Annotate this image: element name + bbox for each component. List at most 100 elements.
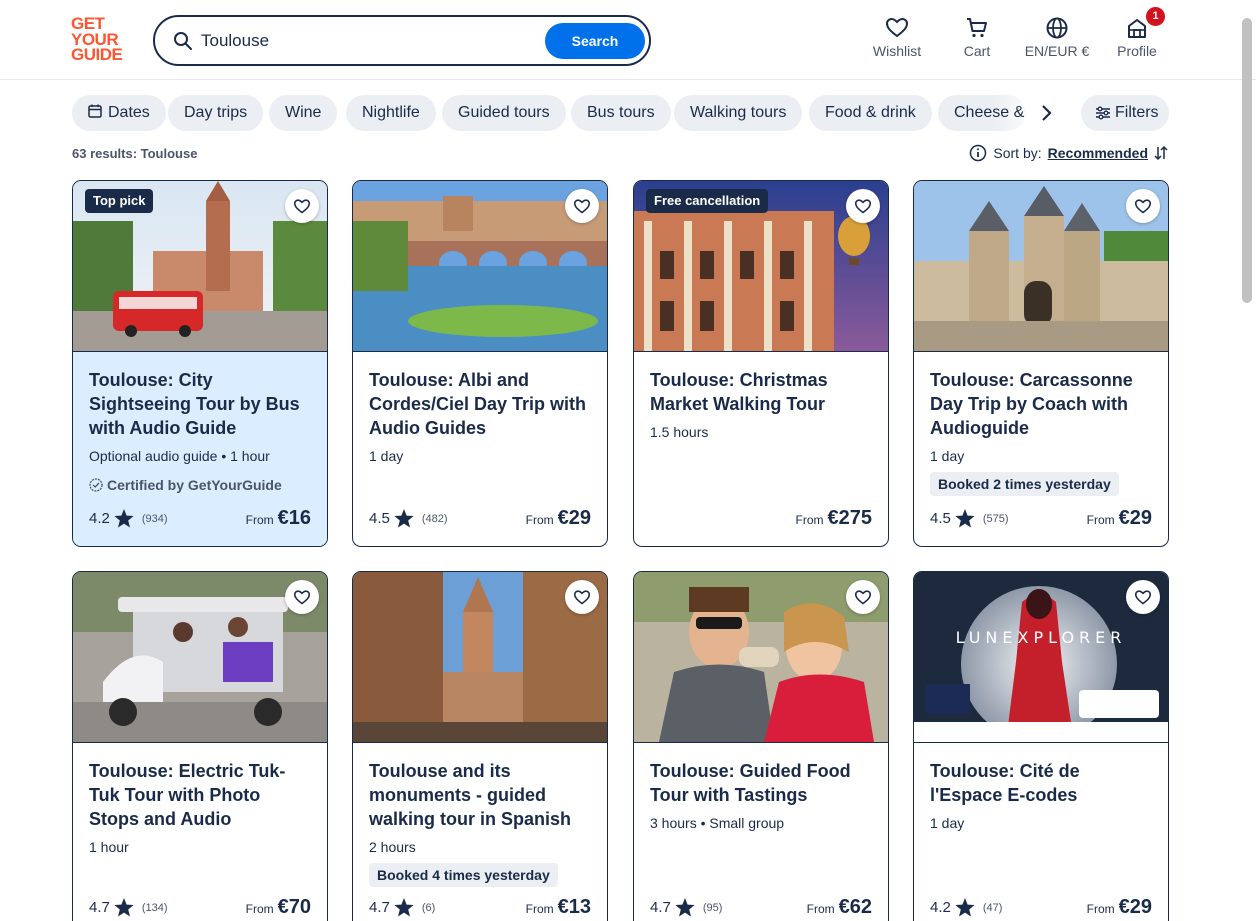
activity-card[interactable]: Toulouse: Guided Food Tour with Tastings… [633, 571, 889, 921]
header: GET YOUR GUIDE Search Wishlist Cart EN/E… [0, 0, 1256, 80]
activity-card-body: Toulouse: Carcassonne Day Trip by Coach … [914, 351, 1168, 546]
activity-meta: 1.5 hours [650, 424, 709, 440]
wishlist-button[interactable] [565, 189, 599, 223]
heart-icon [885, 17, 909, 38]
rating: 4.7 (6) [369, 898, 435, 917]
wishlist-button[interactable] [846, 580, 880, 614]
search-bar: Search [153, 15, 651, 66]
chip-dates[interactable]: Dates [72, 95, 166, 131]
calendar-icon [88, 104, 102, 118]
wishlist-button[interactable] [285, 189, 319, 223]
activity-card-body: Toulouse and its monuments - guided walk… [353, 742, 607, 921]
nav-profile[interactable]: 1 Profile [1114, 7, 1165, 66]
review-count: (482) [421, 512, 448, 525]
activity-card[interactable]: LUNEXPLORER Toulouse: Cité de l'Espace E… [913, 571, 1169, 921]
chip-wine[interactable]: Wine [269, 95, 338, 131]
price-prefix: From [806, 902, 835, 916]
activity-image[interactable] [353, 572, 607, 742]
activity-title[interactable]: Toulouse: Cité de l'Espace E-codes [930, 759, 1156, 807]
activity-card[interactable]: Top pick Toulouse: City Sightseeing Tour… [72, 180, 328, 547]
activity-title[interactable]: Toulouse: Carcassonne Day Trip by Coach … [930, 368, 1156, 440]
sort-value[interactable]: Recommended [1048, 145, 1148, 161]
activity-card[interactable]: Toulouse: Electric Tuk-Tuk Tour with Pho… [72, 571, 328, 921]
info-icon[interactable] [969, 144, 987, 162]
rating-value: 4.7 [650, 899, 671, 916]
nav-language-currency[interactable]: EN/EUR € [1020, 16, 1094, 66]
activity-title[interactable]: Toulouse: Christmas Market Walking Tour [650, 368, 876, 416]
price-value: €70 [277, 896, 311, 918]
activity-meta: 1 day [930, 448, 965, 464]
activity-title[interactable]: Toulouse: Electric Tuk-Tuk Tour with Pho… [89, 759, 315, 831]
chip-day-trips[interactable]: Day trips [168, 95, 264, 131]
nav-wishlist[interactable]: Wishlist [870, 16, 924, 66]
booked-badge: Booked 4 times yesterday [369, 863, 558, 887]
price-value: €29 [1118, 507, 1152, 529]
chip-food-drink[interactable]: Food & drink [809, 95, 932, 131]
activity-card-body: Toulouse: Cité de l'Espace E-codes 1 day… [914, 742, 1168, 921]
price: From €70 [246, 896, 311, 919]
globe-icon [1046, 17, 1068, 39]
activity-title[interactable]: Toulouse and its monuments - guided walk… [369, 759, 595, 831]
activity-title[interactable]: Toulouse: City Sightseeing Tour by Bus w… [89, 368, 315, 440]
heart-icon [293, 590, 311, 605]
heart-icon [1134, 590, 1152, 605]
activity-image[interactable] [353, 181, 607, 351]
price-prefix: From [245, 513, 274, 527]
activity-card[interactable]: Toulouse: Carcassonne Day Trip by Coach … [913, 180, 1169, 547]
profile-icon [1128, 19, 1146, 38]
activity-image[interactable] [73, 572, 327, 742]
free-cancellation-badge: Free cancellation [646, 189, 769, 213]
wishlist-button[interactable] [846, 189, 880, 223]
activity-image[interactable]: Free cancellation [634, 181, 888, 351]
activity-image[interactable] [634, 572, 888, 742]
heart-icon [854, 590, 872, 605]
price-prefix: From [525, 902, 554, 916]
rating-value: 4.7 [369, 899, 390, 916]
price: From €29 [1087, 896, 1152, 919]
logo-line-3: GUIDE [71, 45, 123, 64]
chip-walking-tours[interactable]: Walking tours [674, 95, 803, 131]
price: From €29 [1087, 507, 1152, 530]
review-count: (134) [141, 901, 168, 914]
wishlist-button[interactable] [565, 580, 599, 614]
certified-label: Certified by GetYourGuide [89, 477, 282, 493]
filters-button[interactable]: Filters [1081, 95, 1169, 131]
rating: 4.7 (95) [650, 898, 722, 917]
activity-title[interactable]: Toulouse: Guided Food Tour with Tastings [650, 759, 876, 807]
star-icon [394, 898, 414, 917]
heart-icon [293, 199, 311, 214]
filters-label: Filters [1115, 104, 1159, 121]
logo[interactable]: GET YOUR GUIDE [71, 15, 131, 64]
sliders-icon [1096, 106, 1110, 120]
wishlist-button[interactable] [1126, 580, 1160, 614]
wishlist-button[interactable] [1126, 189, 1160, 223]
price-value: €29 [557, 507, 591, 529]
search-input[interactable] [201, 27, 531, 55]
activity-card[interactable]: Toulouse and its monuments - guided walk… [352, 571, 608, 921]
price: From €62 [807, 896, 872, 919]
page-scrollbar[interactable] [1242, 18, 1252, 303]
activity-image[interactable]: LUNEXPLORER [914, 572, 1168, 742]
sort-control[interactable]: Sort by: Recommended [969, 144, 1168, 162]
chevron-right-icon[interactable] [1034, 101, 1058, 125]
activity-title[interactable]: Toulouse: Albi and Cordes/Ciel Day Trip … [369, 368, 595, 440]
chip-nightlife[interactable]: Nightlife [346, 95, 436, 131]
nav-cart[interactable]: Cart [956, 16, 998, 66]
price-value: €62 [838, 896, 872, 918]
certified-icon [89, 478, 103, 492]
chip-bus-tours[interactable]: Bus tours [571, 95, 671, 131]
activity-card[interactable]: Free cancellation Toulouse: Christmas Ma… [633, 180, 889, 547]
activity-card-body: Toulouse: City Sightseeing Tour by Bus w… [73, 351, 327, 546]
review-count: (575) [982, 512, 1009, 525]
star-icon [114, 509, 134, 528]
activity-image[interactable] [914, 181, 1168, 351]
wishlist-button[interactable] [285, 580, 319, 614]
activity-card[interactable]: Toulouse: Albi and Cordes/Ciel Day Trip … [352, 180, 608, 547]
star-icon [955, 898, 975, 917]
search-button[interactable]: Search [545, 23, 645, 59]
activity-card-body: Toulouse: Christmas Market Walking Tour … [634, 351, 888, 546]
activity-image[interactable]: Top pick [73, 181, 327, 351]
star-icon [955, 509, 975, 528]
chip-cheese[interactable]: Cheese & [938, 95, 1026, 131]
chip-guided-tours[interactable]: Guided tours [442, 95, 566, 131]
